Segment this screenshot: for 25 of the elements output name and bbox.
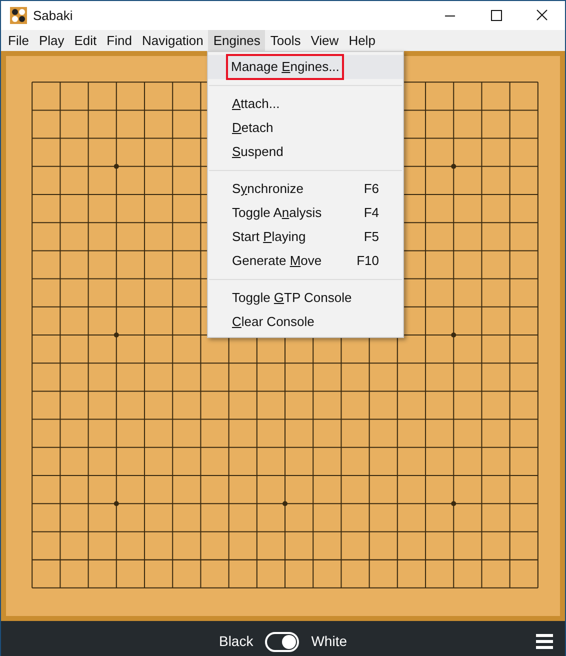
- menu-entry[interactable]: Detach: [208, 116, 403, 140]
- menu-item[interactable]: Play: [34, 30, 70, 51]
- menu-item[interactable]: Find: [102, 30, 137, 51]
- menu-entry[interactable]: Attach...: [208, 92, 403, 116]
- app-icon: [10, 7, 27, 24]
- menu-icon[interactable]: [536, 634, 553, 650]
- menu-item[interactable]: Navigation: [136, 30, 208, 51]
- menu-entry[interactable]: Suspend: [208, 140, 403, 164]
- menu-entry[interactable]: Toggle Analysis F4: [208, 201, 403, 225]
- menu-entry[interactable]: Manage Engines...: [208, 55, 403, 79]
- menu-item[interactable]: File: [3, 30, 34, 51]
- player-label: Black: [218, 632, 254, 652]
- menu-item[interactable]: Tools: [265, 30, 306, 51]
- menu-entry[interactable]: Toggle GTP Console: [208, 286, 403, 310]
- window-title: Sabaki: [33, 6, 73, 25]
- menu-entry[interactable]: Clear Console: [208, 310, 403, 334]
- menu-entry[interactable]: Start Playing F5: [208, 225, 403, 249]
- player-toggle[interactable]: [265, 632, 300, 652]
- menu-item[interactable]: View: [306, 30, 344, 51]
- menu-item[interactable]: Help: [344, 30, 380, 51]
- player-label: White: [311, 632, 348, 652]
- menu-entry[interactable]: Generate Move F10: [208, 249, 403, 273]
- menu-item[interactable]: Engines: [208, 30, 266, 51]
- menu-item[interactable]: Edit: [69, 30, 102, 51]
- menu-entry[interactable]: Synchronize F6: [208, 177, 403, 201]
